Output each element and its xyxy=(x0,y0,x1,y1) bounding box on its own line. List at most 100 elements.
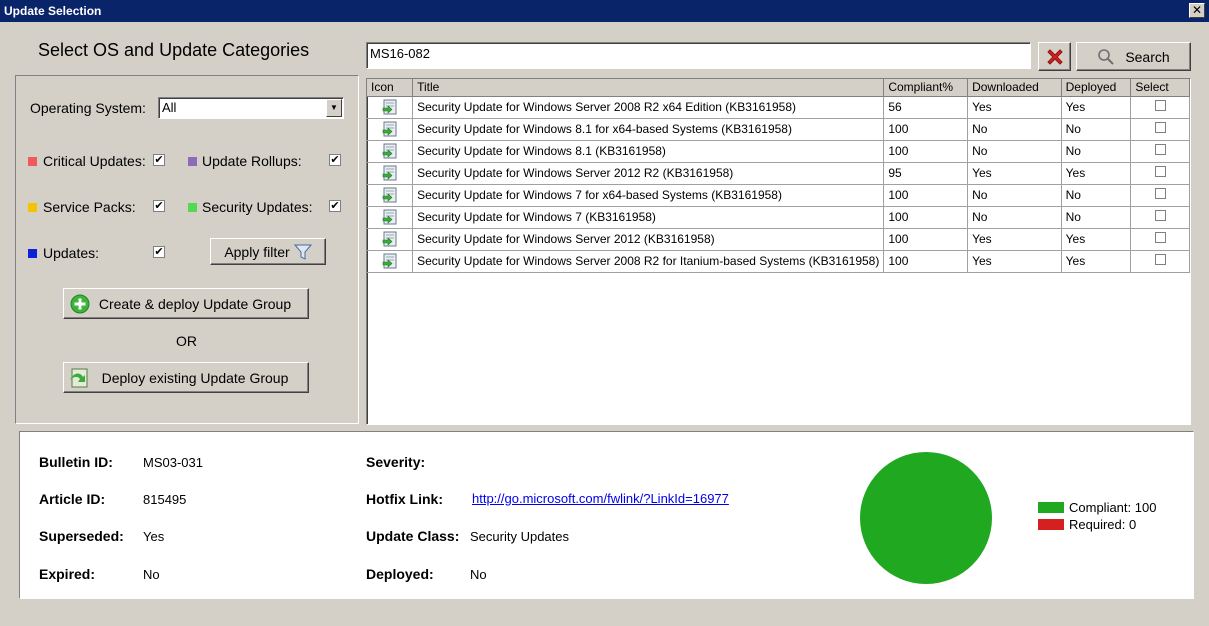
article-id-value: 815495 xyxy=(143,492,187,507)
window-titlebar: Update Selection ✕ xyxy=(0,0,1209,22)
row-compliant: 100 xyxy=(883,118,969,141)
row-select-checkbox[interactable] xyxy=(1154,232,1166,243)
row-select-cell xyxy=(1130,118,1190,141)
row-icon-cell xyxy=(367,118,414,141)
row-compliant: 100 xyxy=(883,250,969,273)
update-package-icon xyxy=(382,253,397,269)
row-select-checkbox[interactable] xyxy=(1154,188,1166,199)
chevron-down-icon[interactable]: ▼ xyxy=(326,99,342,117)
row-select-checkbox[interactable] xyxy=(1154,166,1166,177)
add-icon xyxy=(70,294,90,314)
check-icon: ✔ xyxy=(330,154,340,166)
column-header-icon[interactable]: Icon xyxy=(367,79,414,97)
table-row[interactable]: Security Update for Windows Server 2012 … xyxy=(367,228,1190,251)
row-select-cell xyxy=(1130,96,1190,119)
updates-label: Updates: xyxy=(43,245,100,261)
row-select-checkbox[interactable] xyxy=(1154,100,1166,111)
row-title: Security Update for Windows Server 2012 … xyxy=(412,162,885,185)
table-row[interactable]: Security Update for Windows 8.1 (KB31619… xyxy=(367,140,1190,163)
search-button-label: Search xyxy=(1125,48,1170,65)
hotfix-link[interactable]: http://go.microsoft.com/fwlink/?LinkId=1… xyxy=(472,491,729,506)
row-compliant: 100 xyxy=(883,206,969,229)
expired-value: No xyxy=(143,567,160,582)
column-header-deployed[interactable]: Deployed xyxy=(1061,79,1132,97)
updates-checkbox[interactable]: ✔ xyxy=(153,246,165,258)
apply-filter-label: Apply filter xyxy=(224,243,290,260)
row-title: Security Update for Windows Server 2012 … xyxy=(412,228,885,251)
search-button[interactable]: Search xyxy=(1076,42,1191,71)
service-packs-label: Service Packs: xyxy=(43,199,136,215)
clear-search-button[interactable] xyxy=(1038,42,1071,71)
critical-updates-label: Critical Updates: xyxy=(43,153,146,169)
row-downloaded: Yes xyxy=(967,228,1062,251)
security-updates-checkbox[interactable]: ✔ xyxy=(329,200,341,212)
row-select-checkbox[interactable] xyxy=(1154,254,1166,265)
security-color-swatch xyxy=(188,203,197,212)
superseded-label: Superseded: xyxy=(39,528,124,544)
apply-filter-button[interactable]: Apply filter xyxy=(210,238,326,265)
table-row[interactable]: Security Update for Windows 8.1 for x64-… xyxy=(367,118,1190,141)
deploy-existing-group-button[interactable]: Deploy existing Update Group xyxy=(63,362,309,393)
row-select-cell xyxy=(1130,184,1190,207)
row-compliant: 56 xyxy=(883,96,969,119)
security-updates-label: Security Updates: xyxy=(202,199,313,215)
row-downloaded: No xyxy=(967,206,1062,229)
check-icon: ✔ xyxy=(154,154,164,166)
update-rollups-checkbox[interactable]: ✔ xyxy=(329,154,341,166)
legend-compliant-swatch xyxy=(1038,502,1064,513)
row-title: Security Update for Windows 7 for x64-ba… xyxy=(412,184,885,207)
row-deployed: No xyxy=(1061,206,1132,229)
row-icon-cell xyxy=(367,228,414,251)
grid-header-row: Icon Title Compliant% Downloaded Deploye… xyxy=(367,79,1190,97)
row-deployed: No xyxy=(1061,140,1132,163)
table-row[interactable]: Security Update for Windows Server 2012 … xyxy=(367,162,1190,185)
row-select-checkbox[interactable] xyxy=(1154,144,1166,155)
row-downloaded: No xyxy=(967,140,1062,163)
funnel-icon xyxy=(293,244,312,260)
row-icon-cell xyxy=(367,162,414,185)
column-header-title[interactable]: Title xyxy=(412,79,885,97)
expired-label: Expired: xyxy=(39,566,96,582)
deployed-label: Deployed: xyxy=(366,566,434,582)
column-header-compliant[interactable]: Compliant% xyxy=(883,79,969,97)
row-deployed: Yes xyxy=(1061,250,1132,273)
update-class-value: Security Updates xyxy=(470,529,569,544)
legend-compliant-label: Compliant: 100 xyxy=(1069,500,1157,515)
row-select-cell xyxy=(1130,250,1190,273)
update-rollups-label: Update Rollups: xyxy=(202,153,302,169)
column-header-downloaded[interactable]: Downloaded xyxy=(967,79,1062,97)
row-compliant: 100 xyxy=(883,140,969,163)
table-row[interactable]: Security Update for Windows Server 2008 … xyxy=(367,96,1190,119)
row-select-checkbox[interactable] xyxy=(1154,122,1166,133)
os-select[interactable]: All ▼ xyxy=(158,97,344,119)
row-title: Security Update for Windows 8.1 for x64-… xyxy=(412,118,885,141)
table-row[interactable]: Security Update for Windows 7 (KB3161958… xyxy=(367,206,1190,229)
row-select-cell xyxy=(1130,140,1190,163)
create-deploy-group-button[interactable]: Create & deploy Update Group xyxy=(63,288,309,319)
row-icon-cell xyxy=(367,96,414,119)
column-header-select[interactable]: Select xyxy=(1130,79,1190,97)
rollups-color-swatch xyxy=(188,157,197,166)
service-packs-checkbox[interactable]: ✔ xyxy=(153,200,165,212)
row-select-checkbox[interactable] xyxy=(1154,210,1166,221)
update-package-icon xyxy=(382,121,397,137)
update-package-icon xyxy=(382,231,397,247)
superseded-value: Yes xyxy=(143,529,165,544)
row-downloaded: Yes xyxy=(967,162,1062,185)
table-row[interactable]: Security Update for Windows 7 for x64-ba… xyxy=(367,184,1190,207)
critical-updates-checkbox[interactable]: ✔ xyxy=(153,154,165,166)
close-button[interactable]: ✕ xyxy=(1189,3,1205,18)
create-deploy-group-label: Create & deploy Update Group xyxy=(98,295,292,312)
row-title: Security Update for Windows Server 2008 … xyxy=(412,96,885,119)
row-title: Security Update for Windows 7 (KB3161958… xyxy=(412,206,885,229)
close-icon: ✕ xyxy=(1191,3,1203,17)
search-input[interactable]: MS16-082 xyxy=(366,42,1031,69)
table-row[interactable]: Security Update for Windows Server 2008 … xyxy=(367,250,1190,273)
or-label: OR xyxy=(176,333,197,349)
row-deployed: No xyxy=(1061,184,1132,207)
updates-table: Icon Title Compliant% Downloaded Deploye… xyxy=(367,79,1190,273)
pie-slice-0 xyxy=(860,452,992,584)
row-icon-cell xyxy=(367,250,414,273)
severity-label: Severity: xyxy=(366,454,426,470)
filter-panel: Operating System: All ▼ Critical Updates… xyxy=(15,75,359,424)
